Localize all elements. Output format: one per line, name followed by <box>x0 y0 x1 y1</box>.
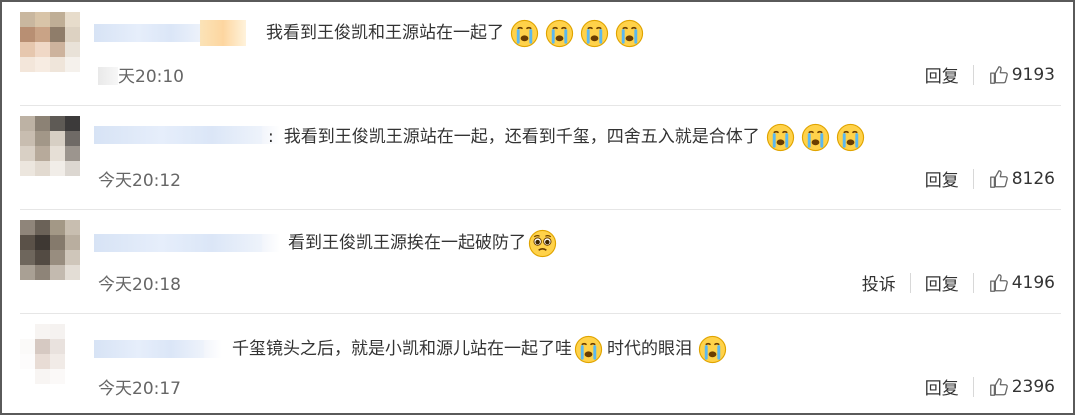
comment-colon: : <box>268 127 274 147</box>
time-blurred <box>98 67 118 85</box>
username-blurred[interactable] <box>94 126 280 144</box>
comment-list: 我看到王俊凯和王源站在一起了 天20:10 回复 9193 : 我看到王俊凯王源… <box>0 0 1075 415</box>
comment-text: 我看到王俊凯和王源站在一起了 <box>266 18 644 48</box>
like-button[interactable]: 2396 <box>988 376 1055 398</box>
reply-button[interactable]: 回复 <box>925 166 959 191</box>
comment-item: 千玺镜头之后，就是小凯和源儿站在一起了哇 时代的眼泪 今天20:17 回复 23… <box>2 314 1073 418</box>
comment-text: 看到王俊凯王源挨在一起破防了 <box>288 228 557 258</box>
report-button[interactable]: 投诉 <box>862 270 896 295</box>
comment-time: 今天20:18 <box>98 275 181 295</box>
comment-body: 我看到王俊凯和王源站在一起了 <box>266 23 504 43</box>
crying-face-icon <box>510 19 539 48</box>
avatar[interactable] <box>20 220 80 280</box>
avatar[interactable] <box>20 116 80 176</box>
action-divider <box>972 376 974 397</box>
crying-face-icon <box>574 335 603 364</box>
comment-body-tail: 时代的眼泪 <box>607 339 692 359</box>
crying-face-icon <box>766 123 795 152</box>
comment-time: 今天20:17 <box>98 379 181 399</box>
avatar[interactable] <box>20 324 80 384</box>
reply-button[interactable]: 回复 <box>925 270 959 295</box>
crying-face-icon <box>836 123 865 152</box>
username-badge-blurred <box>200 20 246 46</box>
comment-body: 我看到王俊凯王源站在一起，还看到千玺，四舍五入就是合体了 <box>283 127 760 147</box>
comment-actions: 回复 2396 <box>925 374 1055 399</box>
comment-actions: 投诉 回复 4196 <box>862 270 1055 295</box>
like-count: 2396 <box>1011 376 1055 397</box>
comment-body: 千玺镜头之后，就是小凯和源儿站在一起了哇 <box>232 339 572 359</box>
crying-face-icon <box>698 335 727 364</box>
comment-text: 千玺镜头之后，就是小凯和源儿站在一起了哇 时代的眼泪 <box>232 334 727 364</box>
username-blurred[interactable] <box>94 340 222 358</box>
like-count: 4196 <box>1011 272 1055 293</box>
comment-actions: 回复 9193 <box>925 62 1055 87</box>
action-divider <box>972 272 974 293</box>
thumbs-up-icon <box>988 64 1010 86</box>
thumbs-up-icon <box>988 272 1010 294</box>
comment-item: 看到王俊凯王源挨在一起破防了 今天20:18 投诉 回复 4196 <box>2 210 1073 314</box>
username-blurred[interactable] <box>94 24 222 42</box>
reply-button[interactable]: 回复 <box>925 62 959 87</box>
comment-item: 我看到王俊凯和王源站在一起了 天20:10 回复 9193 <box>2 2 1073 106</box>
like-count: 8126 <box>1011 168 1055 189</box>
crying-face-icon <box>545 19 574 48</box>
like-button[interactable]: 8126 <box>988 168 1055 190</box>
action-divider <box>972 64 974 85</box>
comment-time: 天20:10 <box>98 62 184 87</box>
crying-face-icon <box>801 123 830 152</box>
like-button[interactable]: 9193 <box>988 64 1055 86</box>
crying-face-icon <box>580 19 609 48</box>
pleading-face-icon <box>528 229 557 258</box>
action-divider <box>909 272 911 293</box>
crying-face-icon <box>615 19 644 48</box>
avatar[interactable] <box>20 12 80 72</box>
thumbs-up-icon <box>988 376 1010 398</box>
like-count: 9193 <box>1011 64 1055 85</box>
comment-item: : 我看到王俊凯王源站在一起，还看到千玺，四舍五入就是合体了 今天20:12 回… <box>2 106 1073 210</box>
comment-text: : 我看到王俊凯王源站在一起，还看到千玺，四舍五入就是合体了 <box>268 122 865 152</box>
action-divider <box>972 168 974 189</box>
comment-body: 看到王俊凯王源挨在一起破防了 <box>288 233 526 253</box>
username-blurred[interactable] <box>94 234 280 252</box>
comment-actions: 回复 8126 <box>925 166 1055 191</box>
like-button[interactable]: 4196 <box>988 272 1055 294</box>
comment-time: 今天20:12 <box>98 171 181 191</box>
reply-button[interactable]: 回复 <box>925 374 959 399</box>
thumbs-up-icon <box>988 168 1010 190</box>
